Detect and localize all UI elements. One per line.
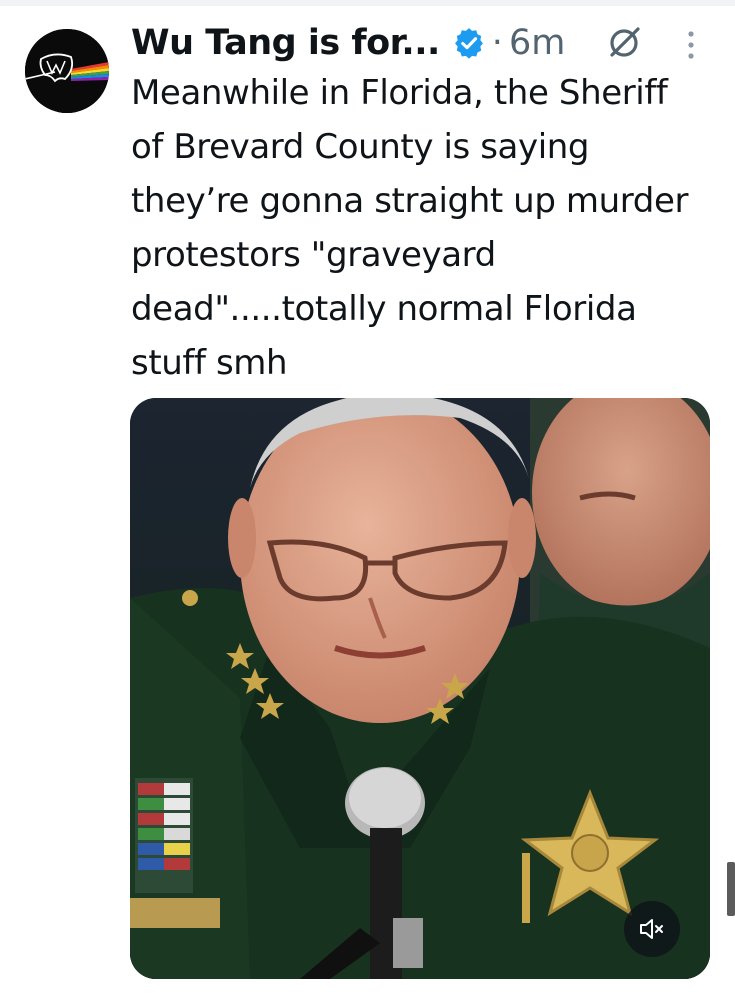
avatar[interactable] [25, 29, 109, 113]
tweet-header: Wu Tang is for... · 6m [131, 18, 565, 68]
grok-icon[interactable] [607, 24, 643, 60]
scrollbar-thumb[interactable] [727, 862, 735, 916]
tweet-text: Meanwhile in Florida, the Sheriff of Bre… [131, 73, 689, 383]
video-frame [130, 398, 710, 979]
volume-muted-icon [640, 919, 663, 939]
verified-badge-icon[interactable] [452, 26, 486, 60]
separator-dot: · [491, 23, 503, 63]
display-name[interactable]: Wu Tang is for... [131, 23, 440, 63]
more-options-icon[interactable] [683, 28, 699, 62]
top-divider [0, 0, 735, 6]
mute-button[interactable] [624, 901, 680, 957]
timestamp[interactable]: 6m [509, 23, 565, 63]
video-player[interactable] [130, 398, 710, 979]
avatar-logo-icon [25, 29, 109, 113]
